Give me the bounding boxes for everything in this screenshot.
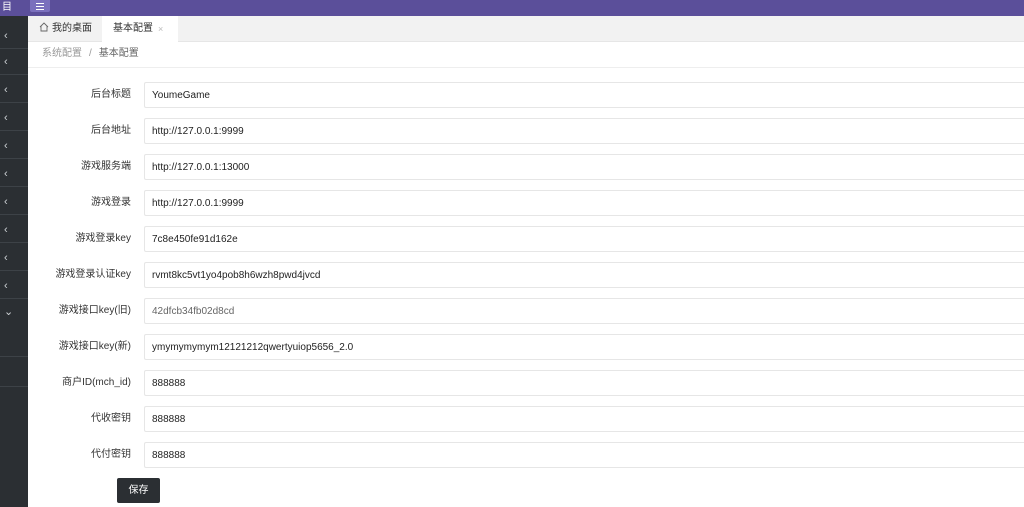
- field-label-admin-title: 后台标题: [91, 89, 131, 100]
- game-login-auth-key-input[interactable]: [144, 262, 1024, 288]
- field-label-payout-secret: 代付密钥: [91, 449, 131, 460]
- tab-home-label: 我的桌面: [52, 23, 92, 34]
- sidebar-item[interactable]: ‹: [0, 50, 28, 75]
- field-label-game-login: 游戏登录: [91, 197, 131, 208]
- sidebar-item[interactable]: ‹: [0, 274, 28, 299]
- form-row: 商户ID(mch_id): [28, 370, 1024, 396]
- collection-secret-input[interactable]: [144, 406, 1024, 432]
- sidebar-item-expanded[interactable]: ⌄: [0, 300, 28, 325]
- field-label-collection-secret: 代收密钥: [91, 413, 131, 424]
- chevron-left-icon: ‹: [4, 140, 8, 152]
- game-login-key-input[interactable]: [144, 226, 1024, 252]
- close-icon[interactable]: ×: [158, 16, 163, 42]
- chevron-left-icon: ‹: [4, 112, 8, 124]
- chevron-left-icon: ‹: [4, 196, 8, 208]
- field-label-admin-url: 后台地址: [91, 125, 131, 136]
- game-api-key-new-input[interactable]: [144, 334, 1024, 360]
- breadcrumb-current: 基本配置: [98, 48, 139, 59]
- chevron-left-icon: ‹: [4, 56, 8, 68]
- field-label-game-api-key-old: 游戏接口key(旧): [58, 305, 131, 316]
- field-label-game-login-auth-key: 游戏登录认证key: [55, 269, 131, 280]
- merchant-id-input[interactable]: [144, 370, 1024, 396]
- game-login-input[interactable]: [144, 190, 1024, 216]
- field-label-merchant-id: 商户ID(mch_id): [62, 377, 131, 388]
- top-header: 目: [0, 0, 1024, 16]
- admin-title-input[interactable]: [144, 82, 1024, 108]
- sidebar: ‹ ‹ ‹ ‹ ‹ ‹ ‹ ‹ ‹ ‹ ⌄: [0, 16, 28, 507]
- game-api-key-old-input[interactable]: [144, 298, 1024, 324]
- sidebar-divider: [0, 356, 28, 357]
- sidebar-item[interactable]: ‹: [0, 106, 28, 131]
- breadcrumb-separator: /: [89, 48, 92, 59]
- sidebar-item[interactable]: ‹: [0, 24, 28, 49]
- form-row: 游戏登录key: [28, 226, 1024, 252]
- sidebar-item[interactable]: ‹: [0, 246, 28, 271]
- form-row: 游戏服务端: [28, 154, 1024, 180]
- field-label-game-api-key-new: 游戏接口key(新): [58, 341, 131, 352]
- menu-toggle-button[interactable]: [30, 0, 50, 12]
- admin-url-input[interactable]: [144, 118, 1024, 144]
- form-row: 代收密钥: [28, 406, 1024, 432]
- field-label-game-server: 游戏服务端: [81, 161, 131, 172]
- chevron-left-icon: ‹: [4, 280, 8, 292]
- sidebar-item[interactable]: ‹: [0, 78, 28, 103]
- menu-list-icon: [36, 3, 44, 4]
- home-icon: [39, 22, 49, 32]
- breadcrumb: 系统配置 / 基本配置: [28, 42, 1024, 68]
- tab-bar: 我的桌面 基本配置 ×: [28, 16, 1024, 42]
- chevron-left-icon: ‹: [4, 252, 8, 264]
- sidebar-divider: [0, 386, 28, 387]
- payout-secret-input[interactable]: [144, 442, 1024, 468]
- game-server-input[interactable]: [144, 154, 1024, 180]
- field-label-game-login-key: 游戏登录key: [75, 233, 131, 244]
- form-row: 游戏登录: [28, 190, 1024, 216]
- sidebar-item[interactable]: ‹: [0, 190, 28, 215]
- chevron-left-icon: ‹: [4, 30, 8, 42]
- sidebar-item[interactable]: ‹: [0, 162, 28, 187]
- tab-home[interactable]: 我的桌面: [28, 16, 100, 42]
- chevron-left-icon: ‹: [4, 84, 8, 96]
- breadcrumb-parent[interactable]: 系统配置: [42, 48, 82, 59]
- chevron-down-icon: ⌄: [4, 306, 14, 318]
- sidebar-item[interactable]: ‹: [0, 134, 28, 159]
- save-button[interactable]: 保存: [117, 478, 160, 503]
- form-row: 后台地址: [28, 118, 1024, 144]
- chevron-left-icon: ‹: [4, 224, 8, 236]
- form-row: 代付密钥: [28, 442, 1024, 468]
- form-row: 游戏登录认证key: [28, 262, 1024, 288]
- sidebar-item[interactable]: ‹: [0, 218, 28, 243]
- tab-basic-config[interactable]: 基本配置 ×: [102, 16, 178, 42]
- tab-basic-config-label: 基本配置: [113, 23, 153, 34]
- form-row: 游戏接口key(旧): [28, 298, 1024, 324]
- logo-icon: 目: [2, 2, 12, 13]
- form-row: 游戏接口key(新): [28, 334, 1024, 360]
- chevron-left-icon: ‹: [4, 168, 8, 180]
- form-row: 后台标题: [28, 82, 1024, 108]
